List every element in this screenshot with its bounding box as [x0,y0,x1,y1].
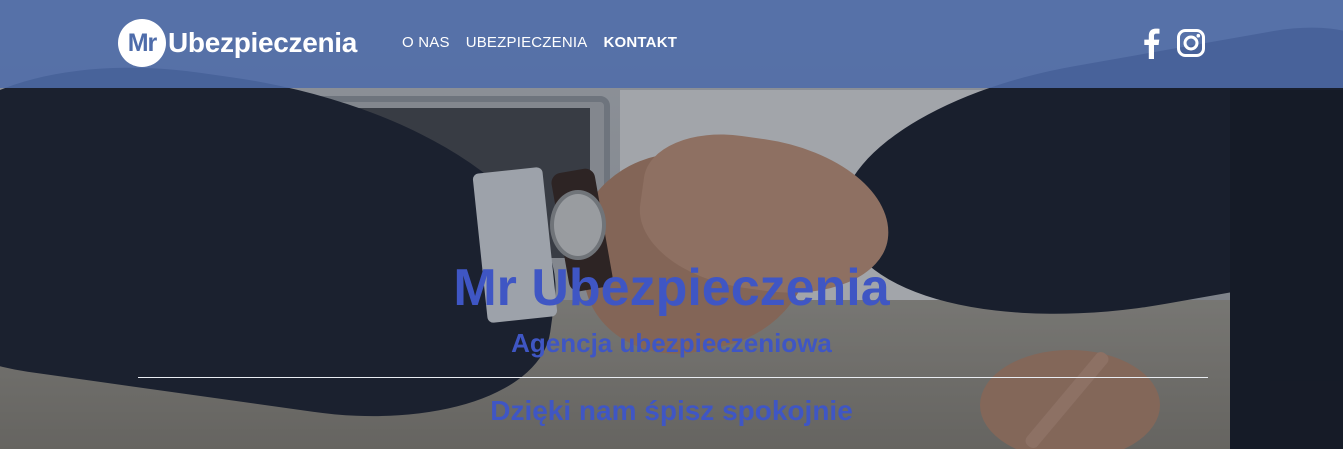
facebook-icon[interactable] [1140,27,1162,64]
hero-subtitle: Agencja ubezpieczeniowa [511,328,832,358]
site-logo[interactable]: Mr Ubezpieczenia [118,19,357,67]
nav-item-o-nas[interactable]: O NAS [402,34,450,51]
nav-item-ubezpieczenia[interactable]: UBEZPIECZENIA [466,34,588,51]
social-links [1140,27,1206,64]
top-navbar: Mr Ubezpieczenia O NAS UBEZPIECZENIA KON… [0,0,1343,88]
logo-mark: Mr [118,19,166,67]
instagram-icon[interactable] [1176,28,1206,63]
hero-title: Mr Ubezpieczenia [453,259,890,317]
main-nav: O NAS UBEZPIECZENIA KONTAKT [402,34,677,51]
hero-tagline: Dzięki nam śpisz spokojnie [490,395,853,426]
logo-text: Ubezpieczenia [168,27,358,58]
hero-divider [138,377,1208,378]
nav-item-kontakt[interactable]: KONTAKT [603,34,677,51]
